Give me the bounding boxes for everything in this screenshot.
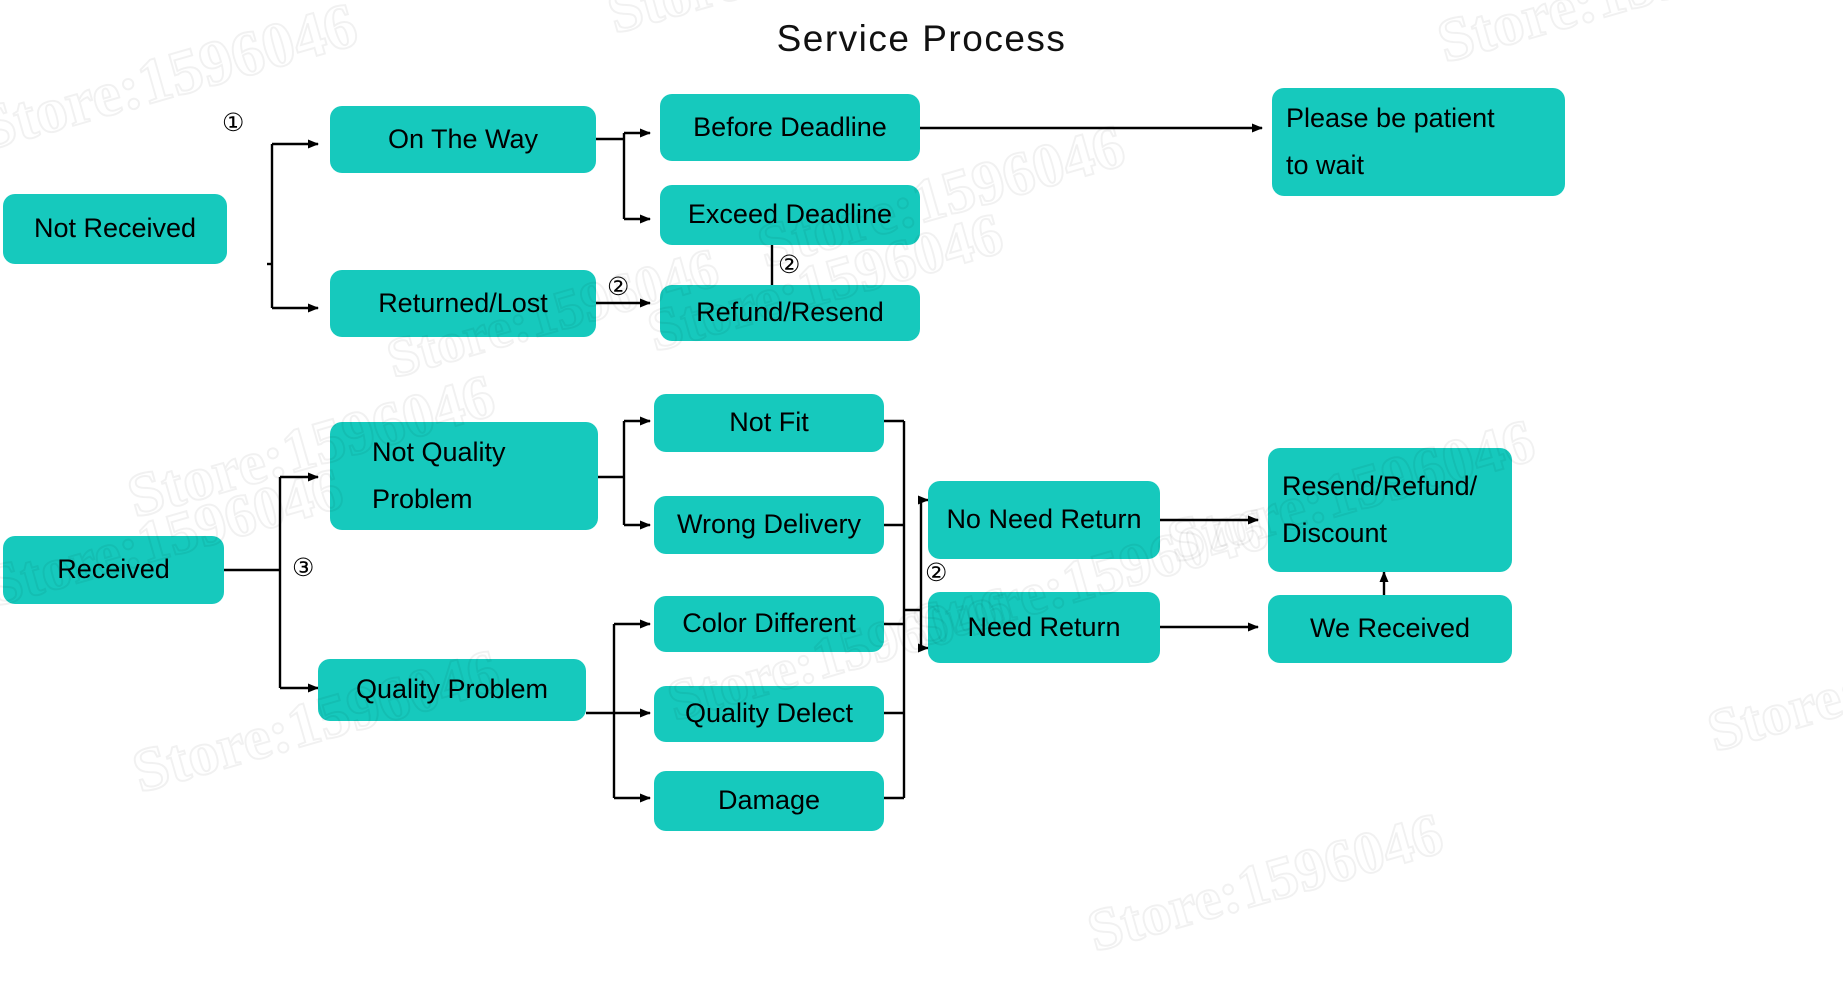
node-refund-resend[interactable]: Refund/Resend	[660, 285, 920, 341]
badge-step-2-returned: ②	[607, 274, 630, 301]
node-received[interactable]: Received	[3, 536, 224, 604]
node-not-fit[interactable]: Not Fit	[654, 394, 884, 452]
node-label: Not Received	[33, 213, 197, 244]
node-label: Not Fit	[729, 407, 809, 438]
badge-step-2-return: ②	[925, 560, 948, 587]
node-damage[interactable]: Damage	[654, 771, 884, 831]
node-label: On The Way	[387, 123, 539, 154]
node-label: Color Different	[682, 608, 856, 639]
node-label: Need Return	[967, 611, 1121, 642]
node-label-line2: Discount	[1282, 518, 1388, 548]
node-not-quality-problem[interactable]: Not Quality Problem	[330, 422, 598, 530]
node-need-return[interactable]: Need Return	[928, 592, 1160, 663]
node-we-received[interactable]: We Received	[1268, 595, 1512, 663]
flowchart-canvas: Store:1596046 Store:1596046 Store:159604…	[0, 0, 1843, 1000]
node-label-line1: Please be patient	[1286, 102, 1495, 133]
node-label: We Received	[1309, 613, 1471, 644]
node-label: Exceed Deadline	[687, 199, 893, 230]
badge-step-3: ③	[292, 555, 315, 582]
node-label: Damage	[717, 785, 821, 816]
node-before-deadline[interactable]: Before Deadline	[660, 94, 920, 161]
node-resend-refund-discount[interactable]: Resend/Refund/ Discount	[1268, 448, 1512, 572]
node-please-be-patient-to-wait[interactable]: Please be patient to wait	[1272, 88, 1565, 196]
node-color-different[interactable]: Color Different	[654, 596, 884, 652]
badge-step-1: ①	[222, 110, 245, 137]
node-label-line1: Not Quality	[372, 436, 506, 467]
node-label-line1: Resend/Refund/	[1282, 470, 1478, 501]
node-label: Refund/Resend	[696, 297, 884, 328]
node-label: Received	[57, 554, 170, 585]
node-label: Quality Problem	[355, 674, 549, 705]
page-title: Service Process	[776, 18, 1067, 59]
node-label: Quality Delect	[684, 698, 854, 729]
node-label: Returned/Lost	[378, 287, 548, 318]
node-quality-problem[interactable]: Quality Problem	[318, 659, 586, 721]
node-wrong-delivery[interactable]: Wrong Delivery	[654, 496, 884, 554]
node-no-need-return[interactable]: No Need Return	[928, 481, 1160, 559]
node-on-the-way[interactable]: On The Way	[330, 106, 596, 173]
node-label-line2: Problem	[372, 484, 473, 514]
node-exceed-deadline[interactable]: Exceed Deadline	[660, 185, 920, 245]
badge-step-2-exceed: ②	[778, 252, 801, 279]
node-returned-lost[interactable]: Returned/Lost	[330, 270, 596, 337]
node-label: Wrong Delivery	[676, 509, 862, 540]
connector-edges	[224, 123, 1389, 803]
node-label-line2: to wait	[1286, 150, 1365, 180]
node-label: No Need Return	[946, 504, 1142, 535]
node-label: Before Deadline	[693, 111, 887, 142]
node-not-received[interactable]: Not Received	[3, 194, 227, 264]
node-quality-delect[interactable]: Quality Delect	[654, 686, 884, 742]
